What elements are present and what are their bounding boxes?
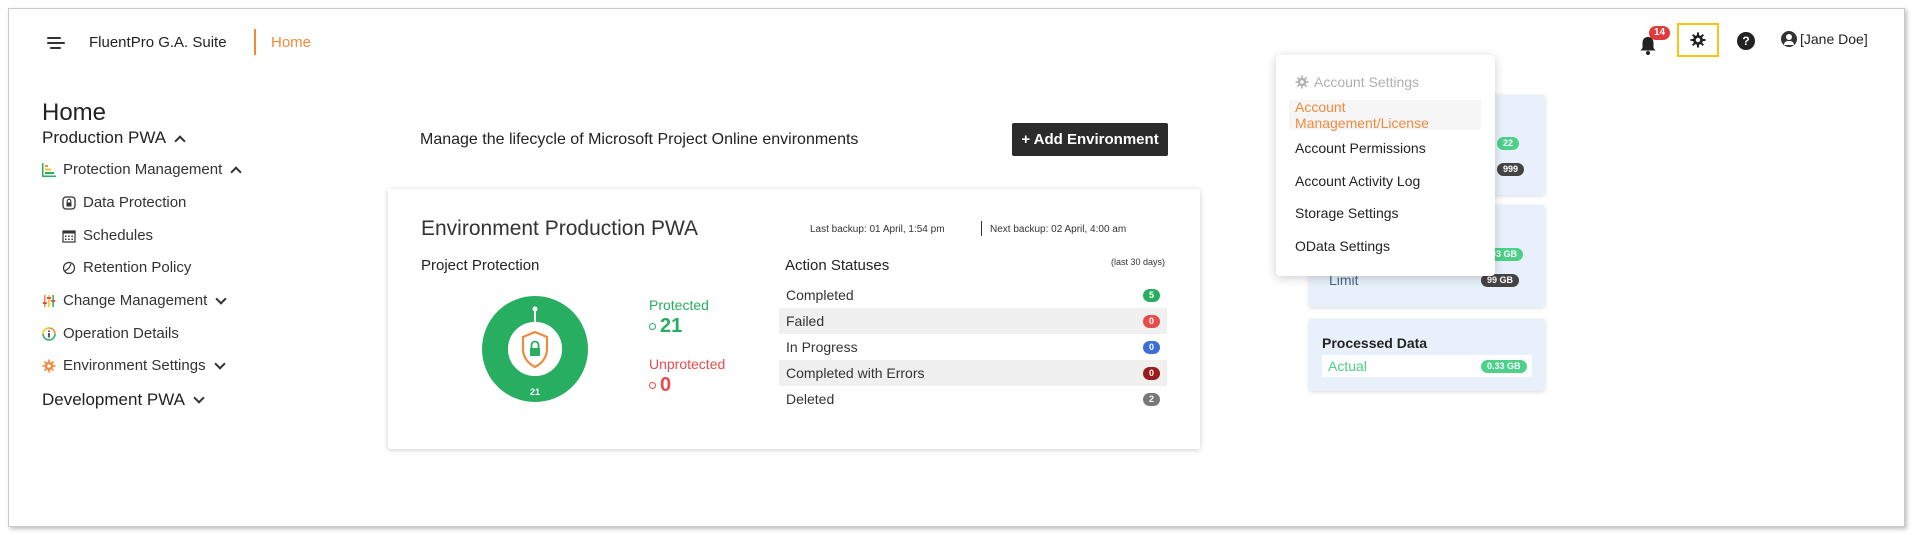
status-row[interactable]: Completed 5 <box>779 282 1167 308</box>
status-row[interactable]: Deleted 2 <box>779 386 1167 412</box>
page-description: Manage the lifecycle of Microsoft Projec… <box>420 131 859 148</box>
menu-item-account-permissions[interactable]: Account Permissions <box>1289 133 1481 163</box>
unprotected-label: Unprotected <box>649 356 726 372</box>
next-backup-text: Next backup: 02 April, 4:00 am <box>990 224 1127 235</box>
donut-total-label: 21 <box>530 387 540 397</box>
gear-icon <box>1690 32 1706 48</box>
status-row[interactable]: In Progress 0 <box>779 334 1167 360</box>
status-count-badge: 5 <box>1142 288 1160 302</box>
sidebar-item-label: Environment Settings <box>63 357 206 374</box>
protection-donut-chart: 21 <box>482 296 588 402</box>
processed-data-title: Processed Data <box>1322 335 1428 351</box>
chevron-up-icon <box>174 134 186 147</box>
user-menu[interactable]: [Jane Doe] <box>1781 31 1868 47</box>
gear-icon <box>1295 75 1309 89</box>
add-environment-button[interactable]: + Add Environment <box>1012 123 1168 156</box>
chevron-down-icon <box>213 357 226 370</box>
sidebar-item-label: Production PWA <box>42 128 167 147</box>
donut-marker-dot <box>532 306 538 312</box>
sidebar-item-production-pwa[interactable]: Production PWA <box>42 128 186 148</box>
status-count-badge: 2 <box>1142 392 1160 406</box>
environment-card: Environment Production PWA Last backup: … <box>388 189 1200 449</box>
unprotected-dot-icon <box>649 382 656 389</box>
sidebar-item-label: Development PWA <box>42 390 185 409</box>
processed-data-card: Processed Data Actual 0.33 GB <box>1309 319 1545 391</box>
sidebar-item-label: Retention Policy <box>83 259 192 276</box>
sidebar-item-label: Operation Details <box>63 325 179 342</box>
status-label: Failed <box>786 313 825 329</box>
processed-data-row: Actual 0.33 GB <box>1322 355 1532 377</box>
app-window: FluentPro G.A. Suite Home 14 ? [Jane Doe… <box>8 8 1905 527</box>
sidebar-item-change-management[interactable]: Change Management <box>42 292 227 309</box>
account-settings-dropdown: Account Settings Account Management/Lice… <box>1276 55 1495 276</box>
sidebar-item-data-protection[interactable]: Data Protection <box>62 194 186 211</box>
backup-divider <box>981 221 982 236</box>
status-row[interactable]: Failed 0 <box>779 308 1167 334</box>
cog-icon <box>42 359 56 372</box>
unprotected-value: 0 <box>649 374 671 397</box>
action-statuses-subtitle: (last 30 days) <box>1111 257 1166 267</box>
top-header: FluentPro G.A. Suite Home 14 ? [Jane Doe… <box>9 9 1904 79</box>
notification-badge: 14 <box>1649 26 1671 40</box>
environment-title: Environment Production PWA <box>421 217 699 240</box>
lock-icon <box>62 195 76 210</box>
menu-item-account-activity-log[interactable]: Account Activity Log <box>1289 166 1481 196</box>
user-avatar-icon <box>1781 31 1797 47</box>
title-divider <box>254 29 256 55</box>
menu-item-odata-settings[interactable]: OData Settings <box>1289 231 1481 261</box>
sidebar-item-label: Protection Management <box>63 161 223 178</box>
status-count-badge: 0 <box>1142 314 1160 328</box>
sidebar-item-retention-policy[interactable]: Retention Policy <box>62 259 191 276</box>
sidebar-item-operation-details[interactable]: Operation Details <box>42 325 179 342</box>
action-statuses-title: Action Statuses <box>785 257 890 274</box>
user-name: [Jane Doe] <box>1800 31 1868 47</box>
sliders-icon <box>42 294 56 307</box>
protected-count: 21 <box>660 315 683 337</box>
help-icon[interactable]: ? <box>1737 32 1755 50</box>
menu-icon[interactable] <box>47 37 65 51</box>
status-count-badge: 0 <box>1142 366 1160 380</box>
status-label: In Progress <box>786 339 858 355</box>
chevron-down-icon <box>193 392 205 404</box>
bar-chart-icon <box>42 162 56 177</box>
page-title: Home <box>42 99 107 126</box>
protected-dot-icon <box>649 323 656 330</box>
menu-item-storage-settings[interactable]: Storage Settings <box>1289 198 1481 228</box>
sidebar-item-environment-settings[interactable]: Environment Settings <box>42 357 226 374</box>
summary-badge: 22 <box>1497 137 1520 150</box>
sidebar-item-label: Change Management <box>63 292 208 309</box>
chevron-down-icon <box>215 292 227 305</box>
breadcrumb[interactable]: Home <box>271 34 311 51</box>
protected-value: 21 <box>649 315 682 338</box>
status-label: Completed <box>786 287 854 303</box>
settings-button[interactable] <box>1677 23 1719 57</box>
unprotected-count: 0 <box>660 374 672 396</box>
retention-icon <box>62 261 76 274</box>
dropdown-header-label: Account Settings <box>1314 74 1420 90</box>
chevron-up-icon <box>230 166 242 178</box>
protected-label: Protected <box>649 297 709 313</box>
dropdown-header: Account Settings <box>1295 74 1419 90</box>
last-backup-text: Last backup: 01 April, 1:54 pm <box>810 224 945 235</box>
menu-item-account-management[interactable]: Account Management/License <box>1289 99 1481 131</box>
sidebar-item-label: Schedules <box>83 227 154 244</box>
status-label: Deleted <box>786 391 835 407</box>
processed-actual-badge: 0.33 GB <box>1481 360 1527 373</box>
status-label: Completed with Errors <box>786 365 925 381</box>
project-protection-title: Project Protection <box>421 257 540 274</box>
status-count-badge: 0 <box>1142 340 1160 354</box>
status-row[interactable]: Completed with Errors 0 <box>779 360 1167 386</box>
sidebar-item-development-pwa[interactable]: Development PWA <box>42 390 205 410</box>
calendar-icon <box>62 229 76 243</box>
sidebar-item-schedules[interactable]: Schedules <box>62 227 153 244</box>
app-title: FluentPro G.A. Suite <box>89 34 227 51</box>
summary-badge: 999 <box>1497 163 1525 176</box>
sidebar-item-label: Data Protection <box>83 194 187 211</box>
info-icon <box>42 326 56 341</box>
processed-actual-label: Actual <box>1328 358 1367 374</box>
sidebar-item-protection-management[interactable]: Protection Management <box>42 161 242 178</box>
